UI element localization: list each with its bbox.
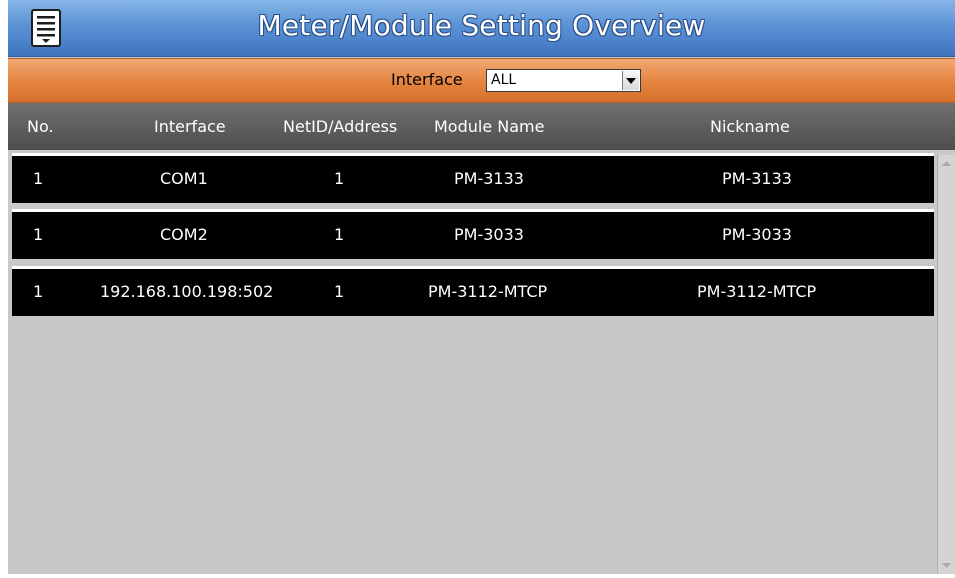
column-header-module-name: Module Name bbox=[434, 117, 545, 136]
interface-filter-value: ALL bbox=[491, 72, 517, 88]
table-row[interactable]: 1 COM1 1 PM-3133 PM-3133 bbox=[12, 153, 934, 203]
interface-filter-select[interactable]: ALL bbox=[486, 69, 641, 92]
table-row[interactable]: 1 192.168.100.198:502 1 PM-3112-MTCP PM-… bbox=[12, 266, 934, 316]
cell-nickname: PM-3112-MTCP bbox=[697, 282, 817, 301]
table-header: No. Interface NetID/Address Module Name … bbox=[8, 103, 955, 150]
column-header-nickname: Nickname bbox=[710, 117, 790, 136]
cell-interface: 192.168.100.198:502 bbox=[100, 282, 274, 301]
dropdown-arrow-icon[interactable] bbox=[622, 71, 639, 90]
column-header-netid: NetID/Address bbox=[283, 117, 398, 136]
cell-nickname: PM-3133 bbox=[722, 169, 792, 188]
cell-interface: COM1 bbox=[160, 169, 208, 188]
cell-module-name: PM-3133 bbox=[454, 169, 524, 188]
table-body: 1 COM1 1 PM-3133 PM-3133 1 COM2 1 PM-303… bbox=[8, 150, 955, 574]
scroll-down-arrow-icon[interactable] bbox=[938, 557, 955, 574]
table-row[interactable]: 1 COM2 1 PM-3033 PM-3033 bbox=[12, 209, 934, 259]
cell-interface: COM2 bbox=[160, 225, 208, 244]
cell-module-name: PM-3112-MTCP bbox=[428, 282, 548, 301]
title-bar: Meter/Module Setting Overview bbox=[8, 0, 955, 57]
cell-no: 1 bbox=[33, 225, 44, 244]
app-frame: Meter/Module Setting Overview Interface … bbox=[8, 0, 955, 574]
cell-no: 1 bbox=[33, 282, 44, 301]
column-header-interface: Interface bbox=[154, 117, 226, 136]
cell-netid: 1 bbox=[334, 225, 345, 244]
cell-nickname: PM-3033 bbox=[722, 225, 792, 244]
cell-netid: 1 bbox=[334, 169, 345, 188]
cell-no: 1 bbox=[33, 169, 44, 188]
interface-filter-label: Interface bbox=[391, 70, 463, 89]
scroll-up-arrow-icon[interactable] bbox=[938, 155, 955, 172]
filter-bar: Interface ALL bbox=[8, 58, 955, 103]
cell-module-name: PM-3033 bbox=[454, 225, 524, 244]
column-header-no: No. bbox=[27, 117, 54, 136]
vertical-scrollbar[interactable] bbox=[937, 155, 955, 574]
cell-netid: 1 bbox=[334, 282, 345, 301]
page-title: Meter/Module Setting Overview bbox=[257, 9, 706, 42]
